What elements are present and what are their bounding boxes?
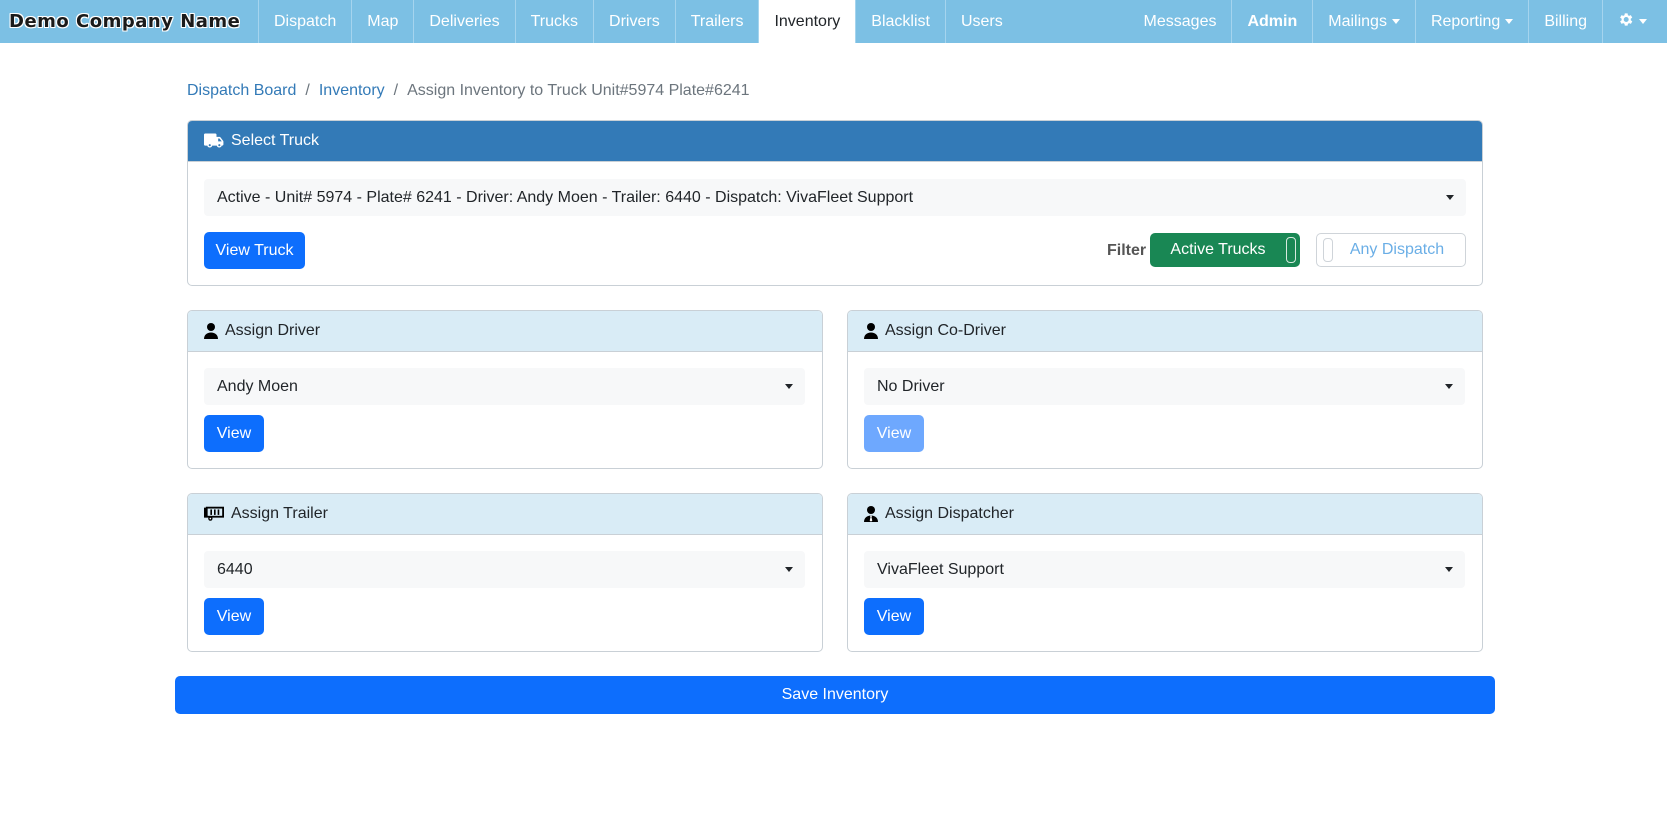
nav-item-mailings[interactable]: Mailings xyxy=(1313,0,1416,43)
chevron-down-icon xyxy=(785,567,793,572)
brand-logo[interactable]: Demo Company Name xyxy=(0,0,258,43)
assign-trailer-card: Assign Trailer 6440 View xyxy=(187,493,823,652)
nav-item-users[interactable]: Users xyxy=(946,0,1018,43)
assign-driver-card: Assign Driver Andy Moen View xyxy=(187,310,823,469)
assign-trailer-header: Assign Trailer xyxy=(188,494,822,535)
filter-active-trucks-label: Active Trucks xyxy=(1170,241,1266,258)
nav-item-drivers[interactable]: Drivers xyxy=(594,0,676,43)
chevron-down-icon xyxy=(785,384,793,389)
assign-codriver-header: Assign Co-Driver xyxy=(848,311,1482,352)
chevron-down-icon xyxy=(1505,19,1514,24)
user-icon xyxy=(204,323,218,339)
trailer-select[interactable]: 6440 xyxy=(204,551,805,588)
chevron-down-icon xyxy=(1445,384,1453,389)
nav-item-reporting-label: Reporting xyxy=(1430,12,1501,30)
breadcrumb: Dispatch Board / Inventory / Assign Inve… xyxy=(187,82,750,100)
nav-item-dispatch[interactable]: Dispatch xyxy=(258,0,353,43)
filter-any-dispatch-toggle[interactable]: Any Dispatch xyxy=(1316,233,1466,267)
nav-item-messages[interactable]: Messages xyxy=(1129,0,1233,43)
nav-item-trailers[interactable]: Trailers xyxy=(676,0,760,43)
assign-dispatcher-card: Assign Dispatcher VivaFleet Support View xyxy=(847,493,1483,652)
save-inventory-button[interactable]: Save Inventory xyxy=(175,676,1495,714)
select-truck-header: Select Truck xyxy=(188,121,1482,162)
view-trailer-button[interactable]: View xyxy=(204,598,264,635)
assign-dispatcher-title: Assign Dispatcher xyxy=(885,505,1014,522)
nav-item-inventory[interactable]: Inventory xyxy=(759,0,857,43)
toggle-knob xyxy=(1286,237,1296,263)
breadcrumb-dispatch-board[interactable]: Dispatch Board xyxy=(187,82,296,100)
codriver-select-value: No Driver xyxy=(877,377,945,395)
settings-menu[interactable] xyxy=(1603,0,1667,43)
select-truck-card: Select Truck Active - Unit# 5974 - Plate… xyxy=(187,120,1483,286)
view-truck-button[interactable]: View Truck xyxy=(204,232,305,269)
nav-item-mailings-label: Mailings xyxy=(1328,12,1387,30)
nav-right: Messages Admin Mailings Reporting Billin… xyxy=(1129,0,1667,43)
assign-codriver-card: Assign Co-Driver No Driver View xyxy=(847,310,1483,469)
toggle-knob xyxy=(1323,238,1333,262)
breadcrumb-current: Assign Inventory to Truck Unit#5974 Plat… xyxy=(407,82,750,99)
assign-codriver-title: Assign Co-Driver xyxy=(885,322,1006,339)
assign-driver-title: Assign Driver xyxy=(225,322,321,339)
breadcrumb-separator: / xyxy=(393,82,399,99)
driver-select[interactable]: Andy Moen xyxy=(204,368,805,405)
truck-icon xyxy=(204,133,224,149)
codriver-select[interactable]: No Driver xyxy=(864,368,1465,405)
nav-left: Dispatch Map Deliveries Trucks Drivers T… xyxy=(258,0,1018,43)
chevron-down-icon xyxy=(1391,19,1400,24)
nav-item-reporting[interactable]: Reporting xyxy=(1416,0,1530,43)
assign-driver-header: Assign Driver xyxy=(188,311,822,352)
breadcrumb-inventory[interactable]: Inventory xyxy=(319,82,385,100)
breadcrumb-separator: / xyxy=(305,82,310,99)
chevron-down-icon xyxy=(1446,195,1454,200)
user-tie-icon xyxy=(864,506,878,522)
brand-name: Demo Company Name xyxy=(9,11,241,32)
view-driver-button[interactable]: View xyxy=(204,415,264,452)
nav-item-admin[interactable]: Admin xyxy=(1232,0,1314,43)
filter-label: Filter xyxy=(1107,242,1147,259)
assign-dispatcher-header: Assign Dispatcher xyxy=(848,494,1482,535)
trailer-select-value: 6440 xyxy=(217,560,253,578)
chevron-down-icon xyxy=(1639,19,1647,24)
nav-item-map[interactable]: Map xyxy=(352,0,415,43)
view-codriver-button[interactable]: View xyxy=(864,415,924,452)
select-truck-title: Select Truck xyxy=(231,132,320,149)
nav-item-blacklist[interactable]: Blacklist xyxy=(856,0,946,43)
chevron-down-icon xyxy=(1445,567,1453,572)
gear-icon xyxy=(1617,11,1634,33)
trailer-icon xyxy=(204,506,224,522)
nav-item-billing[interactable]: Billing xyxy=(1529,0,1603,43)
nav-item-trucks[interactable]: Trucks xyxy=(516,0,595,43)
user-icon xyxy=(864,323,878,339)
top-navbar: Demo Company Name Dispatch Map Deliverie… xyxy=(0,0,1667,43)
nav-item-deliveries[interactable]: Deliveries xyxy=(414,0,516,43)
view-dispatcher-button[interactable]: View xyxy=(864,598,924,635)
filter-any-dispatch-label: Any Dispatch xyxy=(1349,241,1445,258)
truck-select-value: Active - Unit# 5974 - Plate# 6241 - Driv… xyxy=(217,188,914,206)
driver-select-value: Andy Moen xyxy=(217,377,298,395)
dispatcher-select[interactable]: VivaFleet Support xyxy=(864,551,1465,588)
filter-active-trucks-toggle[interactable]: Active Trucks xyxy=(1150,233,1300,267)
assign-trailer-title: Assign Trailer xyxy=(231,505,328,522)
truck-select[interactable]: Active - Unit# 5974 - Plate# 6241 - Driv… xyxy=(204,179,1466,216)
dispatcher-select-value: VivaFleet Support xyxy=(877,560,1004,578)
